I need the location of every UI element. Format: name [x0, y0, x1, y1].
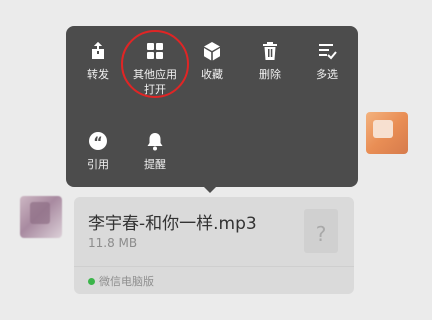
bell-icon — [147, 133, 163, 151]
file-source-label: 微信电脑版 — [99, 275, 154, 288]
menu-pointer — [203, 186, 217, 193]
avatar-detail — [30, 202, 50, 224]
unknown-file-icon: ? — [304, 209, 338, 253]
menu-item-multi-select[interactable]: 多选 — [297, 40, 357, 82]
svg-text:“: “ — [93, 135, 102, 151]
file-size: 11.8 MB — [88, 236, 138, 250]
wechat-pc-icon — [88, 277, 95, 285]
menu-item-quote[interactable]: “ 引用 — [68, 130, 128, 172]
message-context-menu: 转发 其他应用打开 收藏 删除 多选 “ 引用 提醒 — [66, 26, 358, 187]
menu-item-forward[interactable]: 转发 — [68, 40, 128, 82]
file-message-card[interactable]: 李宇春-和你一样.mp3 11.8 MB ? 微信电脑版 — [74, 197, 354, 294]
quote-icon: “ — [89, 132, 107, 151]
menu-item-label: 多选 — [316, 68, 338, 81]
menu-item-label: 引用 — [87, 158, 109, 171]
divider — [74, 266, 354, 267]
menu-item-remind[interactable]: 提醒 — [125, 130, 185, 172]
contact-avatar-left[interactable] — [20, 196, 62, 238]
menu-item-label: 转发 — [87, 68, 109, 81]
menu-item-favorite[interactable]: 收藏 — [182, 40, 242, 82]
menu-item-label: 提醒 — [144, 158, 166, 171]
contact-avatar-right[interactable] — [366, 112, 408, 154]
share-out-icon — [92, 42, 104, 59]
file-name: 李宇春-和你一样.mp3 — [88, 214, 257, 234]
menu-item-label: 收藏 — [201, 68, 223, 81]
highlight-annotation-circle — [121, 30, 189, 98]
avatar-detail — [373, 120, 393, 138]
menu-item-label: 删除 — [259, 68, 281, 81]
trash-icon — [263, 42, 277, 60]
file-source: 微信电脑版 — [88, 273, 154, 289]
cube-icon — [204, 42, 220, 61]
multi-select-icon — [319, 44, 337, 60]
menu-item-delete[interactable]: 删除 — [240, 40, 300, 82]
